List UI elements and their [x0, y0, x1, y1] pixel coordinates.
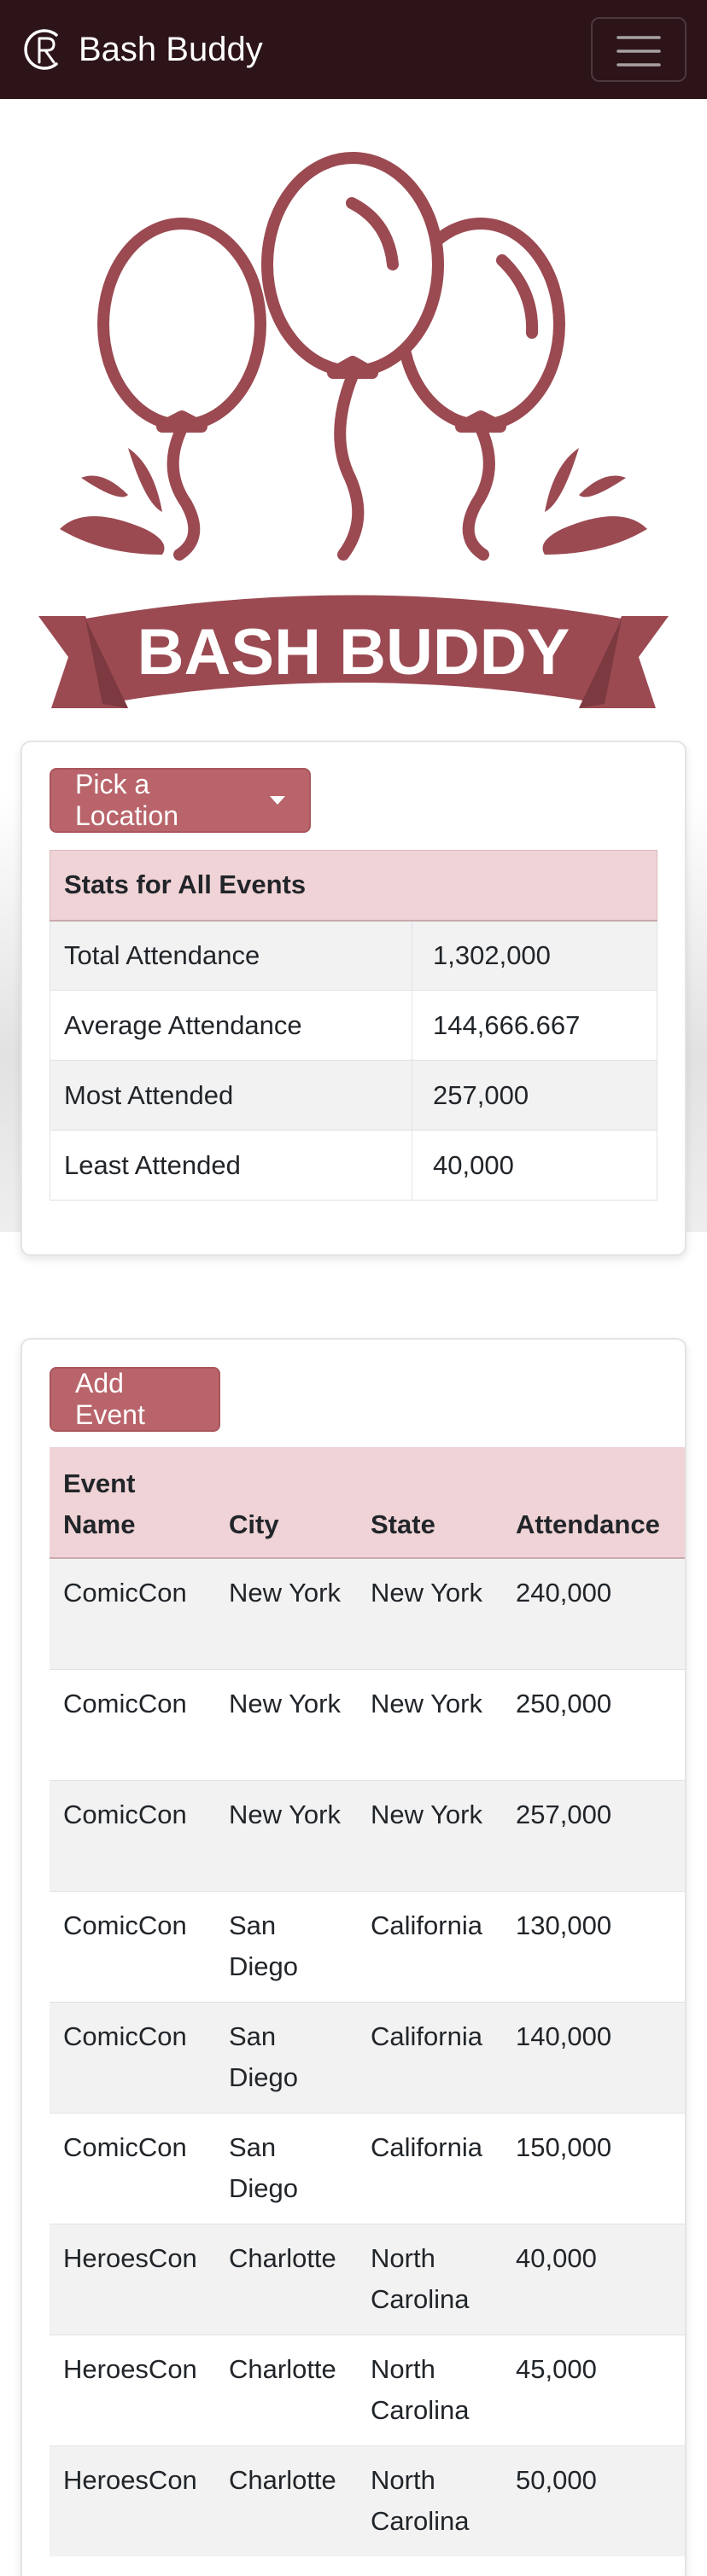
column-header-city: City — [215, 1447, 357, 1559]
attendance-cell: 150,000 — [502, 2112, 685, 2224]
column-header-attendance: Attendance — [502, 1447, 685, 1559]
event-name-cell: HeroesCon — [50, 2445, 215, 2556]
attendance-cell: 50,000 — [502, 2445, 685, 2556]
stats-table: Stats for All Events Total Attendance 1,… — [50, 850, 657, 1201]
events-table-header-row: Event Name City State Attendance — [50, 1447, 685, 1559]
event-name-cell: HeroesCon — [50, 2334, 215, 2445]
pick-location-label: Pick a Location — [75, 769, 178, 831]
rb-monogram-icon — [24, 29, 58, 70]
city-cell: Charlotte — [215, 2223, 357, 2335]
table-row: HeroesCon Charlotte North Carolina 50,00… — [50, 2445, 685, 2556]
state-cell: North Carolina — [357, 2223, 502, 2335]
event-name-cell: ComicCon — [50, 1890, 215, 2002]
table-row: Total Attendance 1,302,000 — [50, 920, 657, 991]
attendance-cell: 257,000 — [502, 1779, 685, 1891]
logo-title: BASH BUDDY — [137, 616, 570, 689]
state-cell: California — [357, 2112, 502, 2224]
event-name-cell: ComicCon — [50, 1779, 215, 1891]
table-row: ComicCon New York New York 240,000 — [50, 1557, 685, 1669]
brand-name: Bash Buddy — [79, 30, 263, 68]
city-cell: New York — [215, 1557, 357, 1669]
table-row: ComicCon New York New York 257,000 — [50, 1779, 685, 1891]
stat-value: 1,302,000 — [412, 920, 657, 991]
caret-down-icon — [270, 796, 285, 805]
city-cell: New York — [215, 1779, 357, 1891]
attendance-cell: 140,000 — [502, 2001, 685, 2113]
add-event-label: Add Event — [75, 1368, 145, 1430]
state-cell: North Carolina — [357, 2445, 502, 2556]
city-cell: San Diego — [215, 2001, 357, 2113]
state-cell: California — [357, 1890, 502, 2002]
event-name-cell: ComicCon — [50, 2001, 215, 2113]
table-row: ComicCon San Diego California 150,000 — [50, 2112, 685, 2224]
event-name-cell: HeroesCon — [50, 2223, 215, 2335]
events-table-scroll[interactable]: Event Name City State Attendance ComicCo… — [50, 1447, 685, 2556]
table-row: ComicCon New York New York 250,000 — [50, 1668, 685, 1780]
stat-value: 144,666.667 — [412, 990, 657, 1061]
table-row: Average Attendance 144,666.667 — [50, 990, 657, 1061]
state-cell: California — [357, 2001, 502, 2113]
event-name-cell: ComicCon — [50, 1668, 215, 1780]
event-name-cell: ComicCon — [50, 2112, 215, 2224]
column-header-state: State — [357, 1447, 502, 1559]
table-row: Most Attended 257,000 — [50, 1060, 657, 1131]
city-cell: San Diego — [215, 2112, 357, 2224]
state-cell: New York — [357, 1779, 502, 1891]
table-row: HeroesCon Charlotte North Carolina 40,00… — [50, 2223, 685, 2335]
stat-value: 257,000 — [412, 1060, 657, 1131]
stat-label: Average Attendance — [50, 990, 412, 1061]
hamburger-menu-icon — [616, 36, 661, 67]
add-event-button[interactable]: Add Event — [50, 1367, 220, 1432]
attendance-cell: 250,000 — [502, 1668, 685, 1780]
brand-link[interactable]: Bash Buddy — [19, 22, 263, 77]
city-cell: New York — [215, 1668, 357, 1780]
table-row: ComicCon San Diego California 130,000 — [50, 1890, 685, 2002]
city-cell: San Diego — [215, 1890, 357, 2002]
events-card: Add Event Event Name City State Attendan… — [20, 1338, 687, 2576]
attendance-cell: 130,000 — [502, 1890, 685, 2002]
pick-location-dropdown[interactable]: Pick a Location — [50, 768, 311, 833]
stat-label: Least Attended — [50, 1130, 412, 1201]
city-cell: Charlotte — [215, 2445, 357, 2556]
stat-label: Total Attendance — [50, 920, 412, 991]
balloons-banner-logo: BASH BUDDY — [38, 152, 669, 708]
events-table: Event Name City State Attendance ComicCo… — [50, 1447, 685, 2556]
table-row: Least Attended 40,000 — [50, 1130, 657, 1201]
attendance-cell: 45,000 — [502, 2334, 685, 2445]
stat-value: 40,000 — [412, 1130, 657, 1201]
attendance-cell: 240,000 — [502, 1557, 685, 1669]
navbar: Bash Buddy — [0, 0, 707, 99]
stats-table-header: Stats for All Events — [50, 850, 657, 922]
state-cell: North Carolina — [357, 2334, 502, 2445]
table-row: HeroesCon Charlotte North Carolina 45,00… — [50, 2334, 685, 2445]
table-row: ComicCon San Diego California 140,000 — [50, 2001, 685, 2113]
state-cell: New York — [357, 1557, 502, 1669]
stats-card: Pick a Location Stats for All Events Tot… — [20, 741, 687, 1256]
city-cell: Charlotte — [215, 2334, 357, 2445]
stat-label: Most Attended — [50, 1060, 412, 1131]
attendance-cell: 40,000 — [502, 2223, 685, 2335]
state-cell: New York — [357, 1668, 502, 1780]
navbar-toggle-button[interactable] — [591, 17, 687, 82]
event-name-cell: ComicCon — [50, 1557, 215, 1669]
column-header-event-name: Event Name — [50, 1447, 215, 1559]
